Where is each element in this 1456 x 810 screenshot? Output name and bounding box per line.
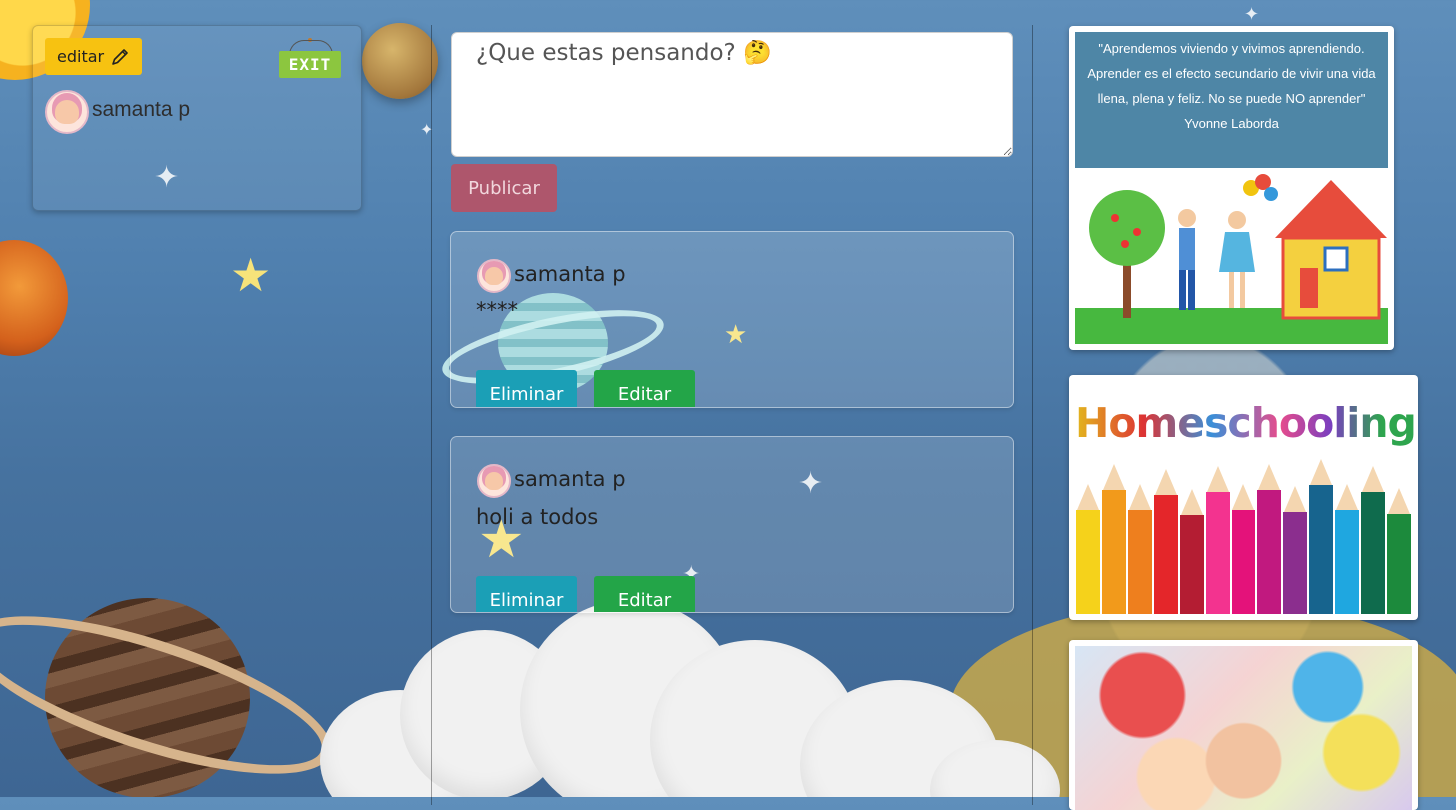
homeschooling-title: Homeschooling xyxy=(1075,399,1417,447)
orange-planet-decoration xyxy=(0,240,68,356)
delete-post-button[interactable]: Eliminar xyxy=(476,576,577,612)
publish-button[interactable]: Publicar xyxy=(451,164,557,212)
painted-hands-kids-image xyxy=(1075,646,1412,810)
quote-text: "Aprendemos viviendo y vivimos aprendien… xyxy=(1087,41,1376,106)
pencil-shape xyxy=(1179,489,1204,614)
pencil-shape xyxy=(1153,469,1178,614)
quote-author: Yvonne Laborda xyxy=(1184,116,1279,131)
homeschooling-title-text: Homeschooling xyxy=(1075,399,1417,447)
exit-label: EXIT xyxy=(279,51,341,78)
post-card: samanta p holi a todos Eliminar Editar xyxy=(450,436,1014,613)
homeschooling-image-card: Homeschooling xyxy=(1069,375,1418,620)
pencil-shape xyxy=(1283,486,1308,614)
pencil-shape xyxy=(1335,484,1360,614)
child-drawing-illustration xyxy=(1075,174,1388,344)
pencil-shape xyxy=(1205,466,1230,614)
exit-button[interactable]: EXIT xyxy=(279,38,341,78)
post-author-avatar xyxy=(477,259,511,293)
pencil-shape xyxy=(1257,464,1282,614)
child-drawing-image xyxy=(1075,168,1388,344)
edit-profile-button[interactable]: editar xyxy=(45,38,143,75)
pencil-shape xyxy=(1387,488,1411,614)
avatar-face-icon xyxy=(485,472,503,490)
edit-post-button[interactable]: Editar xyxy=(594,370,695,407)
post-author-name: samanta p xyxy=(514,262,626,286)
moon-planet-decoration xyxy=(362,23,438,99)
post-card: samanta p **** Eliminar Editar xyxy=(450,231,1014,408)
post-composer-input[interactable] xyxy=(451,32,1013,157)
edit-post-button[interactable]: Editar xyxy=(594,576,695,612)
profile-card: editar EXIT samanta p xyxy=(32,25,362,211)
delete-post-button[interactable]: Eliminar xyxy=(476,370,577,407)
post-body: **** xyxy=(476,298,518,322)
avatar-face-icon xyxy=(485,267,503,285)
pencil-shape xyxy=(1309,459,1334,614)
colored-pencils-image xyxy=(1075,454,1412,614)
edit-profile-label: editar xyxy=(57,47,105,66)
post-author-avatar xyxy=(477,464,511,498)
quote-banner: "Aprendemos viviendo y vivimos aprendien… xyxy=(1075,32,1388,168)
avatar xyxy=(45,90,89,134)
pencil-icon xyxy=(112,48,128,65)
kids-image-card xyxy=(1069,640,1418,810)
star-icon: ★ xyxy=(230,248,272,302)
post-body: holi a todos xyxy=(476,505,599,529)
quote-image-card: "Aprendemos viviendo y vivimos aprendien… xyxy=(1069,26,1394,350)
pencil-shape xyxy=(1127,484,1152,614)
sparkle-icon: ✦ xyxy=(1244,4,1260,25)
profile-user-name: samanta p xyxy=(92,98,191,121)
post-author-name: samanta p xyxy=(514,467,626,491)
pencil-shape xyxy=(1101,464,1126,614)
pencil-shape xyxy=(1361,466,1386,614)
pencil-shape xyxy=(1231,484,1256,614)
avatar-face-icon xyxy=(55,100,79,124)
pencil-shape xyxy=(1076,484,1100,614)
